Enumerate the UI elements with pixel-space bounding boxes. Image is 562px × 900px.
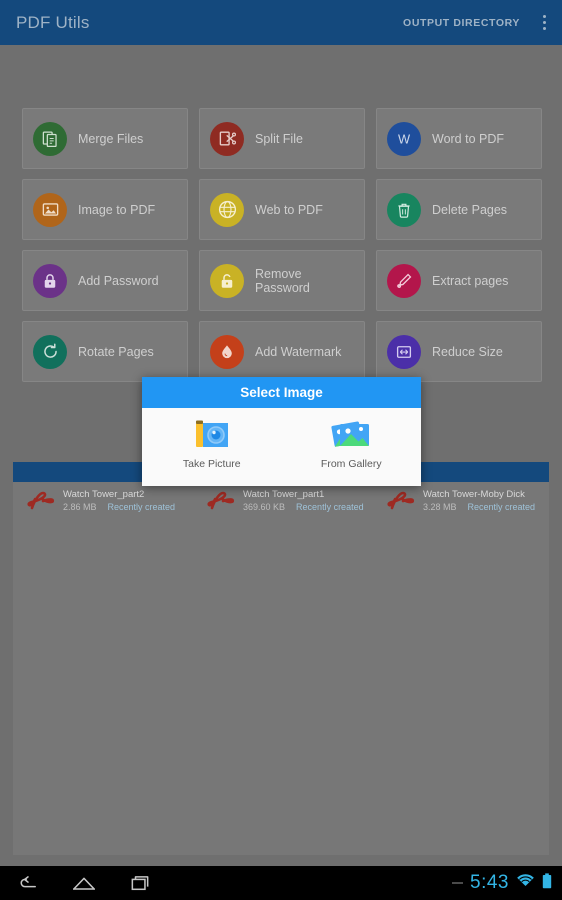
output-directory-button[interactable]: OUTPUT DIRECTORY: [403, 17, 520, 29]
tile-label: Image to PDF: [78, 202, 156, 217]
app-bar: PDF Utils OUTPUT DIRECTORY: [0, 0, 562, 45]
page-title: PDF Utils: [16, 12, 90, 32]
tile-label: Reduce Size: [432, 344, 503, 359]
add-watermark-icon: [210, 334, 244, 369]
pdf-file-icon: [385, 485, 417, 515]
tile-remove-password[interactable]: Remove Password: [199, 250, 365, 311]
tile-add-password[interactable]: Add Password: [22, 250, 188, 311]
option-label: Take Picture: [182, 458, 241, 470]
table-row[interactable]: Watch Tower-Moby Dick 3.28 MB Recently c…: [385, 482, 562, 518]
rotate-pages-icon: [33, 334, 67, 369]
tile-reduce-size[interactable]: Reduce Size: [376, 321, 542, 382]
tile-split-file[interactable]: Split File: [199, 108, 365, 169]
file-meta: Watch Tower_part2 2.86 MB Recently creat…: [63, 489, 175, 512]
option-label: From Gallery: [320, 458, 382, 470]
tile-label: Remove Password: [255, 266, 310, 295]
extract-pages-icon: [387, 263, 421, 298]
svg-text:W: W: [398, 131, 411, 146]
tile-label: Add Password: [78, 273, 159, 288]
word-to-pdf-icon: W: [387, 121, 421, 156]
file-subline: 3.28 MB Recently created: [423, 502, 535, 512]
remove-password-icon: [210, 263, 244, 298]
tile-label: Delete Pages: [432, 202, 508, 217]
app-screen: PDF Utils OUTPUT DIRECTORY Merge Files S…: [0, 0, 562, 866]
file-status: Recently created: [467, 501, 536, 512]
home-icon[interactable]: [56, 866, 112, 900]
take-picture-option[interactable]: Take Picture: [142, 408, 282, 470]
file-size: 3.28 MB: [423, 501, 457, 512]
tile-label: Add Watermark: [255, 344, 342, 359]
file-subline: 369.60 KB Recently created: [243, 502, 364, 512]
tile-label: Split File: [255, 131, 303, 146]
tile-delete-pages[interactable]: Delete Pages: [376, 179, 542, 240]
file-meta: Watch Tower-Moby Dick 3.28 MB Recently c…: [423, 489, 535, 512]
gallery-icon: [328, 416, 374, 454]
back-icon[interactable]: [0, 866, 56, 900]
file-name: Watch Tower-Moby Dick: [423, 488, 525, 500]
dialog-title: Select Image: [240, 385, 323, 400]
tile-label: Extract pages: [432, 273, 509, 288]
table-row[interactable]: Watch Tower_part2 2.86 MB Recently creat…: [25, 482, 205, 518]
file-status: Recently created: [107, 501, 176, 512]
tile-add-watermark[interactable]: Add Watermark: [199, 321, 365, 382]
merge-files-icon: [33, 121, 67, 156]
reduce-size-icon: [387, 334, 421, 369]
status-clock: 5:43: [470, 872, 509, 893]
dash-icon: [452, 882, 464, 884]
file-size: 369.60 KB: [243, 501, 286, 512]
dialog-title-bar: Select Image: [142, 377, 421, 408]
image-to-pdf-icon: [33, 192, 67, 227]
file-name: Watch Tower_part1: [243, 488, 325, 500]
file-name: Watch Tower_part2: [63, 488, 145, 500]
file-meta: Watch Tower_part1 369.60 KB Recently cre…: [243, 489, 364, 512]
from-gallery-option[interactable]: From Gallery: [282, 408, 422, 470]
tile-extract-pages[interactable]: Extract pages: [376, 250, 542, 311]
tile-word-to-pdf[interactable]: W Word to PDF: [376, 108, 542, 169]
tile-label: Rotate Pages: [78, 344, 154, 359]
file-list-panel: Watch Tower_part2 2.86 MB Recently creat…: [13, 482, 549, 855]
file-size: 2.86 MB: [63, 501, 97, 512]
recents-icon[interactable]: [112, 866, 168, 900]
system-navigation-bar: 5:43: [0, 866, 562, 900]
tool-grid: Merge Files Split File W Word to PDF Ima…: [22, 108, 542, 382]
wifi-icon: [516, 873, 535, 893]
web-to-pdf-icon: [210, 192, 244, 227]
status-icons: 5:43: [452, 872, 562, 894]
more-vert-icon[interactable]: [534, 10, 554, 36]
file-status: Recently created: [296, 501, 364, 512]
file-subline: 2.86 MB Recently created: [63, 502, 175, 512]
tile-merge-files[interactable]: Merge Files: [22, 108, 188, 169]
pdf-file-icon: [25, 485, 57, 515]
select-image-dialog: Select Image Take Picture From Gallery: [142, 377, 421, 486]
tile-web-to-pdf[interactable]: Web to PDF: [199, 179, 365, 240]
battery-icon: [542, 872, 552, 894]
pdf-file-icon: [205, 485, 237, 515]
dialog-body: Take Picture From Gallery: [142, 408, 421, 486]
tile-label: Web to PDF: [255, 202, 323, 217]
camera-icon: [190, 416, 234, 454]
tile-rotate-pages[interactable]: Rotate Pages: [22, 321, 188, 382]
tile-image-to-pdf[interactable]: Image to PDF: [22, 179, 188, 240]
tile-label: Merge Files: [78, 131, 144, 146]
add-password-icon: [33, 263, 67, 298]
split-file-icon: [210, 121, 244, 156]
delete-pages-icon: [387, 192, 421, 227]
tile-label: Word to PDF: [432, 131, 505, 146]
table-row[interactable]: Watch Tower_part1 369.60 KB Recently cre…: [205, 482, 385, 518]
